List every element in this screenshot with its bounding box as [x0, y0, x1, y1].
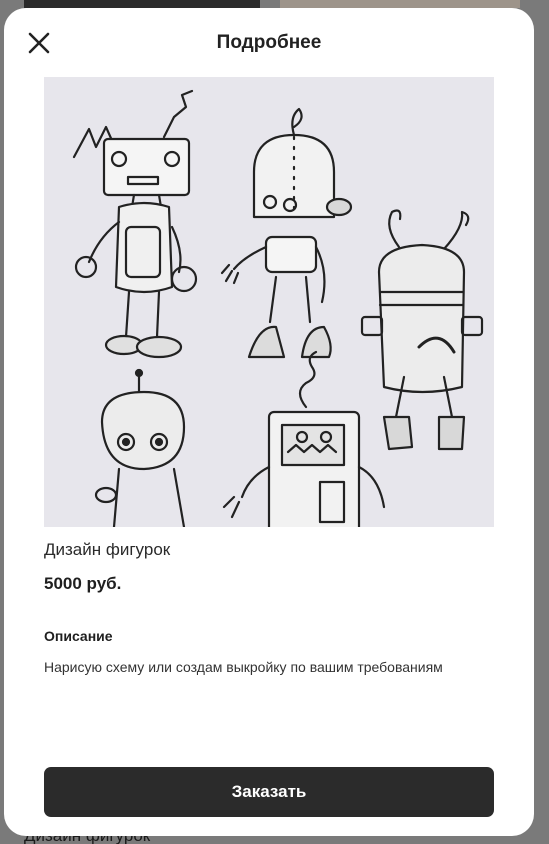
- product-image: [44, 77, 494, 527]
- description-heading: Описание: [44, 628, 113, 644]
- product-name: Дизайн фигурок: [44, 540, 171, 559]
- modal-title: Подробнее: [216, 32, 322, 53]
- product-price: 5000 руб.: [44, 574, 122, 593]
- description-text: Нарисую схему или создам выкройку по ваш…: [44, 659, 443, 675]
- order-button[interactable]: Заказать: [44, 767, 494, 817]
- product-details-modal: Подробнее Дизайн фигурок 5000 руб. Описа…: [4, 8, 534, 836]
- modal-header: Подробнее: [4, 8, 534, 78]
- background-thumbnail: [280, 0, 520, 8]
- background-thumbnail: [24, 0, 260, 8]
